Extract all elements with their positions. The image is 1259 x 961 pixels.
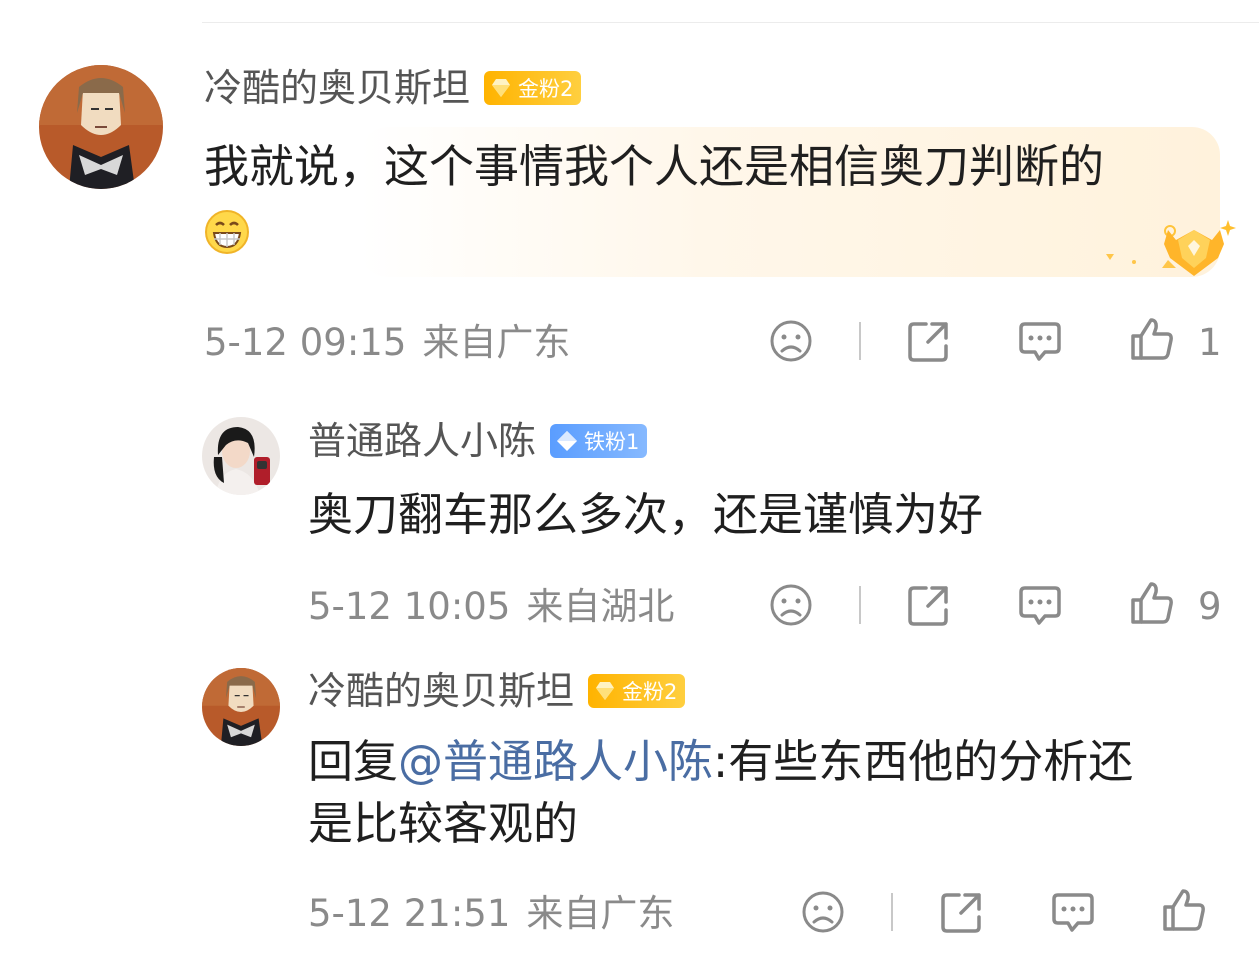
- like-icon[interactable]: [1129, 316, 1175, 362]
- fan-badge[interactable]: 金粉2: [484, 71, 582, 105]
- reply-item: 普通路人小陈 铁粉1 奥刀翻车那么多次，还是谨慎为好 5-12 10:05 来自湖…: [0, 400, 1259, 650]
- action-divider: [891, 893, 893, 931]
- comment-emoji-line: [204, 198, 250, 260]
- dislike-icon[interactable]: [800, 889, 846, 935]
- avatar[interactable]: [39, 65, 163, 189]
- like-count: 9: [1198, 585, 1222, 628]
- username[interactable]: 普通路人小陈: [308, 419, 536, 463]
- like-icon[interactable]: [1129, 580, 1175, 626]
- comment-body: 是比较客观的: [308, 797, 579, 850]
- reply-item: 冷酷的奥贝斯坦 金粉2 回复@普通路人小陈:有些东西他的分析还 是比较客观的 5…: [0, 650, 1259, 961]
- username[interactable]: 冷酷的奥贝斯坦: [308, 669, 574, 713]
- mention-link[interactable]: @普通路人小陈: [398, 735, 713, 788]
- gold-fan-trophy-icon: [1100, 210, 1250, 290]
- comment-text: 我就说，这个事情我个人还是相信奥刀判断的: [204, 136, 1104, 198]
- grin-emoji-icon: [204, 209, 250, 255]
- comment-body: 我就说，这个事情我个人还是相信奥刀判断的: [204, 140, 1105, 193]
- badge-label: 金粉2: [518, 77, 574, 101]
- dislike-icon[interactable]: [768, 318, 814, 364]
- comment-meta: 5-12 21:51 来自广东: [308, 892, 674, 936]
- comment-date: 5-12 21:51: [308, 892, 511, 935]
- comment-date: 5-12 10:05: [308, 585, 511, 628]
- comment-location: 来自广东: [422, 321, 571, 364]
- comment-text: 回复@普通路人小陈:有些东西他的分析还: [308, 731, 1133, 793]
- username[interactable]: 冷酷的奥贝斯坦: [204, 66, 470, 110]
- action-divider: [859, 586, 861, 624]
- badge-label: 铁粉1: [584, 430, 640, 454]
- reply-prefix: 回复: [308, 735, 399, 788]
- comment-body: 奥刀翻车那么多次，还是谨慎为好: [308, 488, 984, 541]
- comment-meta: 5-12 10:05 来自湖北: [308, 585, 674, 629]
- like-count: 1: [1198, 321, 1222, 364]
- fan-badge[interactable]: 金粉2: [588, 674, 686, 708]
- reply-icon[interactable]: [1050, 889, 1096, 935]
- avatar[interactable]: [202, 417, 280, 495]
- gold-diamond-icon: [592, 678, 618, 704]
- share-icon[interactable]: [906, 318, 952, 364]
- share-icon[interactable]: [906, 582, 952, 628]
- comment-meta: 5-12 09:15 来自广东: [204, 321, 570, 365]
- comment-location: 来自湖北: [526, 585, 675, 628]
- badge-label: 金粉2: [622, 680, 678, 704]
- action-divider: [859, 322, 861, 360]
- like-icon[interactable]: [1161, 887, 1207, 933]
- reply-icon[interactable]: [1017, 318, 1063, 364]
- fan-badge[interactable]: 铁粉1: [550, 424, 648, 458]
- share-icon[interactable]: [939, 889, 985, 935]
- iron-diamond-icon: [554, 428, 580, 454]
- dislike-icon[interactable]: [768, 582, 814, 628]
- comment-text-continued: 是比较客观的: [308, 793, 578, 855]
- comment-location: 来自广东: [526, 892, 675, 935]
- comment-date: 5-12 09:15: [204, 321, 407, 364]
- reply-icon[interactable]: [1017, 582, 1063, 628]
- gold-diamond-icon: [488, 75, 514, 101]
- comment-item: 冷酷的奥贝斯坦 金粉2 我就说，这个事情我个人还是相信奥刀判断的 5-12 09…: [0, 0, 1259, 380]
- comment-text: 奥刀翻车那么多次，还是谨慎为好: [308, 484, 983, 546]
- comment-body: :有些东西他的分析还: [713, 735, 1134, 788]
- avatar[interactable]: [202, 668, 280, 746]
